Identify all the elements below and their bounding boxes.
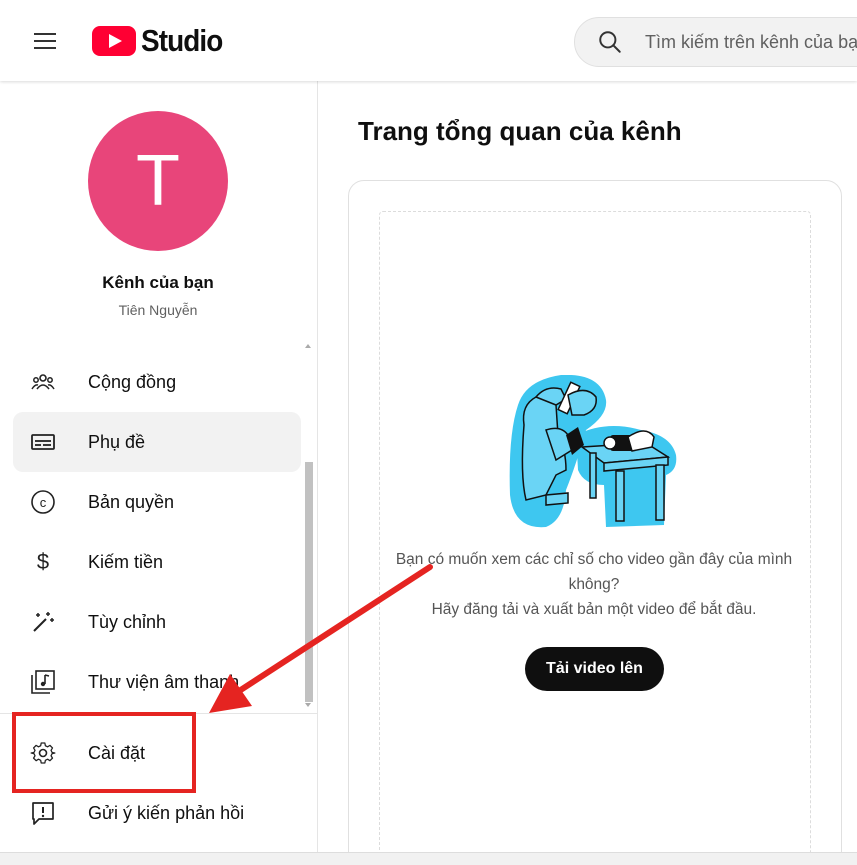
svg-text:c: c [40,495,47,510]
dollar-icon: $ [37,549,49,574]
channel-name: Kênh của bạn [102,273,214,292]
sidebar-item-label: Cài đặt [88,742,146,763]
sidebar-item-label: Cộng đồng [88,371,177,392]
sidebar-item-label: Kiếm tiền [88,551,164,572]
horizontal-scrollbar[interactable] [0,852,857,865]
scroll-up-arrow[interactable] [305,344,311,348]
sidebar-item-audio-library[interactable]: Thư viện âm thanh [13,652,301,712]
sidebar-item-feedback[interactable]: Gửi ý kiến phản hồi [13,783,301,843]
empty-state-message: Bạn có muốn xem các chỉ số cho video gần… [380,547,808,622]
empty-state-line2: Hãy đăng tải và xuất bản một video để bắ… [431,601,757,618]
search-bar[interactable] [574,17,857,67]
channel-user: Tiên Nguyễn [118,302,198,318]
scientist-illustration [509,375,677,528]
sidebar-item-settings[interactable]: Cài đặt [13,723,301,783]
svg-text:$: $ [37,549,49,574]
gear-icon [30,742,56,764]
copyright-icon: c [31,490,55,514]
sidebar-divider [0,713,318,714]
sidebar-item-monetization[interactable]: $ Kiếm tiền [13,532,301,592]
feedback-icon [32,802,54,825]
magic-wand-icon [33,612,54,632]
audio-library-icon [31,670,55,694]
subtitles-icon [31,434,55,450]
sidebar-item-label: Gửi ý kiến phản hồi [88,802,245,823]
top-header: Studio [0,0,857,81]
page-title: Trang tổng quan của kênh [358,116,682,146]
sidebar-item-customization[interactable]: Tùy chỉnh [13,592,301,652]
upload-video-button[interactable]: Tải video lên [525,647,664,691]
sidebar-item-label: Thư viện âm thanh [88,671,240,692]
sidebar-item-label: Tùy chỉnh [88,611,167,632]
sidebar-item-community[interactable]: Cộng đồng [13,352,301,412]
channel-avatar[interactable]: T [88,111,228,251]
youtube-play-icon [92,26,136,56]
empty-state-line1: Bạn có muốn xem các chỉ số cho video gần… [395,551,793,593]
empty-state-area [379,211,811,865]
scroll-down-arrow[interactable] [305,703,311,707]
studio-logo[interactable]: Studio [92,23,231,58]
sidebar-item-subtitles[interactable]: Phụ đề [13,412,301,472]
sidebar-scrollbar[interactable] [305,462,313,702]
menu-icon[interactable] [28,26,62,56]
sidebar-item-copyright[interactable]: c Bản quyền [13,472,301,532]
search-icon[interactable] [597,29,623,55]
sidebar-item-label: Phụ đề [88,431,146,452]
people-icon [31,374,55,390]
search-input[interactable] [645,31,857,53]
sidebar: T Kênh của bạn Tiên Nguyễn Cộng đồng Phụ… [0,81,318,865]
sidebar-item-label: Bản quyền [88,491,175,512]
logo-text: Studio [141,23,223,58]
